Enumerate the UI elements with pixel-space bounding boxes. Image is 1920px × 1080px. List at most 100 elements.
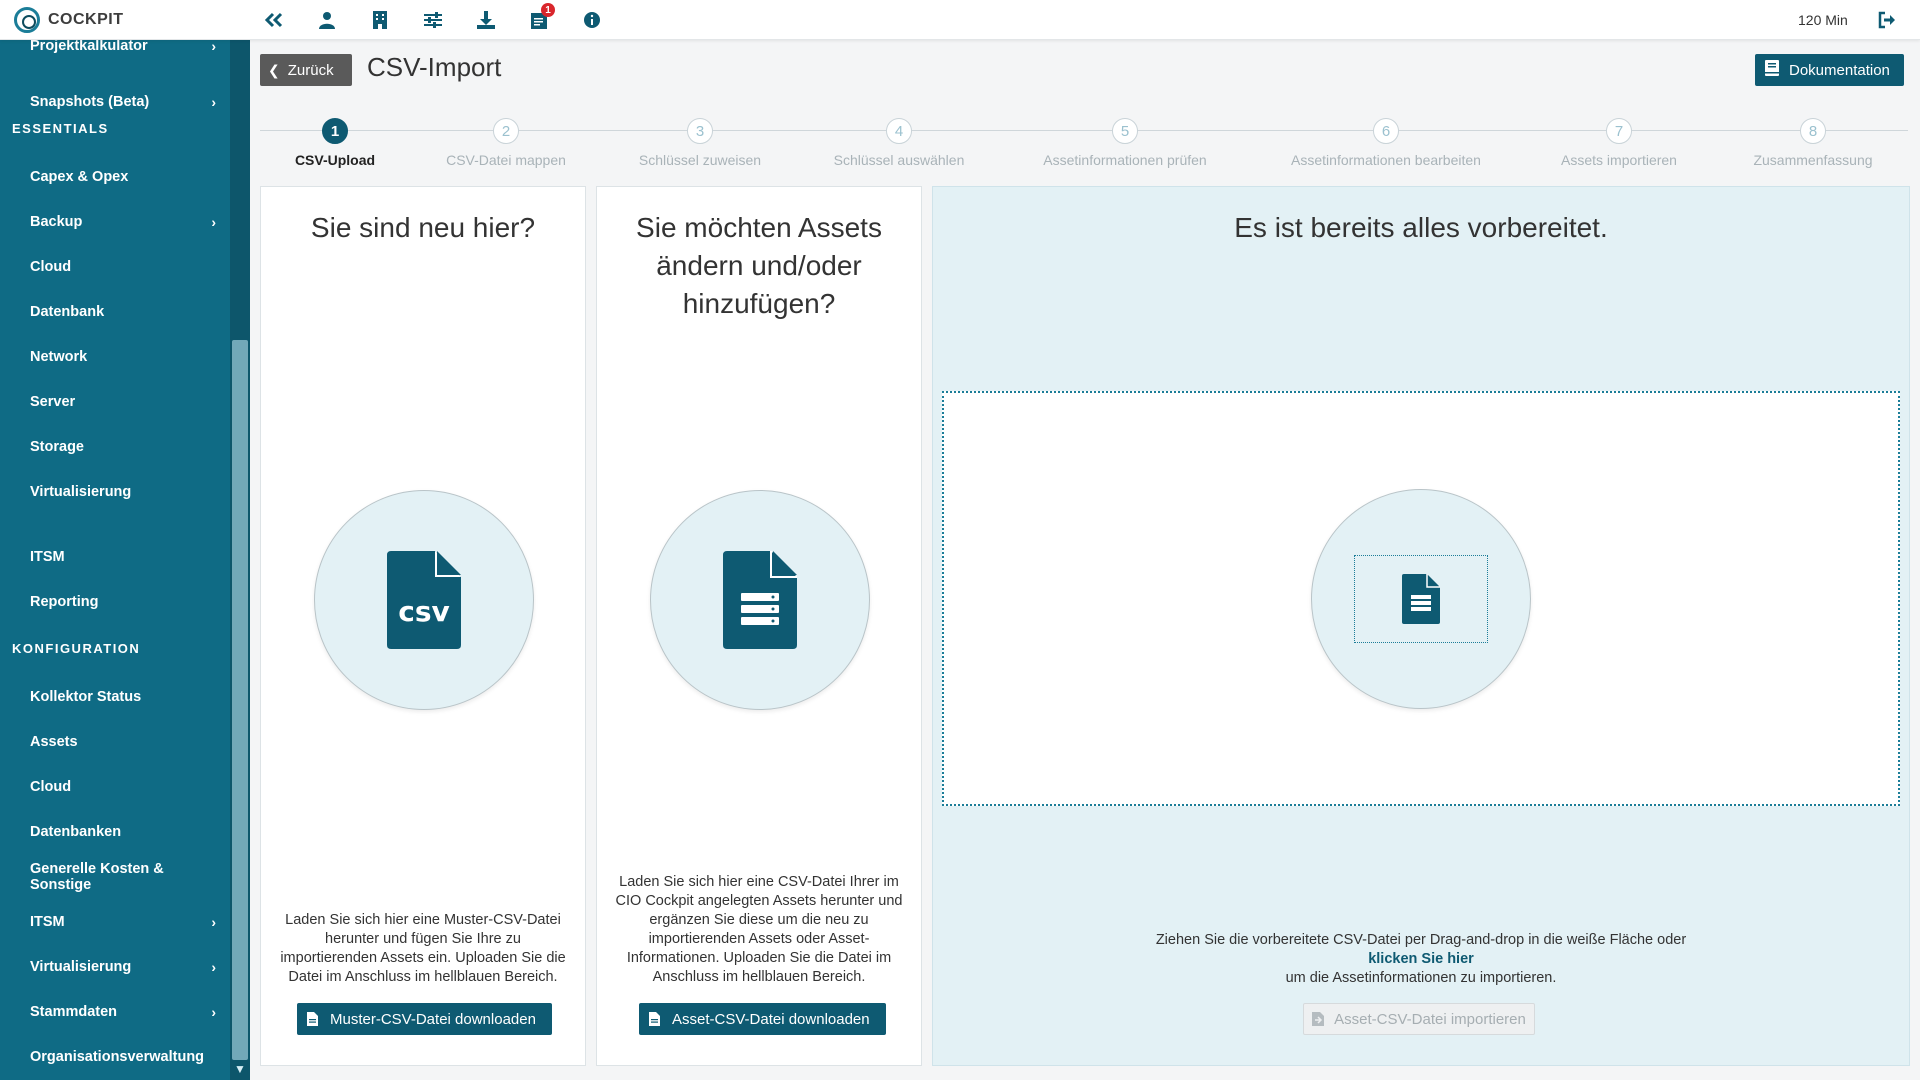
sidebar-item-label: ITSM	[30, 914, 65, 930]
sidebar-item-label: Stammdaten	[30, 1004, 118, 1020]
step-label: Schlüssel zuweisen	[638, 152, 762, 168]
cockpit-logo-icon	[14, 7, 40, 33]
step-assetinformationen-pruefen: 5 Assetinformationen prüfen	[1025, 118, 1225, 168]
sidebar-item-itsm-config[interactable]: ITSM ›	[0, 902, 228, 942]
chevron-right-icon: ›	[211, 914, 216, 930]
sidebar-item-stammdaten[interactable]: Stammdaten ›	[0, 992, 228, 1032]
sidebar-item-reporting[interactable]: Reporting	[0, 582, 228, 622]
chevron-right-icon: ›	[211, 40, 216, 54]
sidebar-item-backup[interactable]: Backup ›	[0, 202, 228, 242]
step-label: CSV-Upload	[294, 152, 376, 168]
sidebar-item-capex-opex[interactable]: Capex & Opex	[0, 157, 228, 197]
chevron-right-icon: ›	[211, 959, 216, 975]
step-schluessel-auswaehlen: 4 Schlüssel auswählen	[799, 118, 999, 168]
top-bar: COCKPIT 1 120 Min	[0, 0, 1920, 40]
book-icon	[1765, 60, 1779, 80]
sidebar-item-label: Assets	[30, 734, 78, 750]
file-drop-target[interactable]	[1354, 555, 1488, 643]
step-number: 8	[1800, 118, 1826, 144]
sidebar-item-cloud[interactable]: Cloud	[0, 247, 228, 287]
sidebar-item-label: Cloud	[30, 259, 72, 275]
brand-logo[interactable]: COCKPIT	[14, 7, 124, 33]
panel-description: Laden Sie sich hier eine CSV-Datei Ihrer…	[615, 874, 903, 985]
step-label: CSV-Datei mappen	[446, 152, 566, 168]
download-asset-csv-button[interactable]: Asset-CSV-Datei downloaden	[639, 1003, 886, 1035]
sidebar-item-label: Virtualisierung	[30, 484, 132, 500]
sidebar-item-snapshots[interactable]: Snapshots (Beta) ›	[0, 82, 228, 122]
sidebar-item-label: Storage	[30, 439, 84, 455]
sidebar-item-cloud-config[interactable]: Cloud	[0, 767, 228, 807]
step-number: 6	[1373, 118, 1399, 144]
server-file-icon	[723, 551, 797, 649]
step-number: 5	[1112, 118, 1138, 144]
sidebar-item-label: Datenbank	[30, 304, 105, 320]
svg-text:csv: csv	[398, 595, 450, 628]
sidebar-item-kollektor-status[interactable]: Kollektor Status	[0, 677, 228, 717]
step-number: 7	[1606, 118, 1632, 144]
panel-change-assets: Sie möchten Assets ändern und/oder hinzu…	[596, 186, 922, 1066]
dropzone-instructions: Ziehen Sie die vorbereitete CSV-Datei pe…	[932, 931, 1910, 988]
user-icon[interactable]	[315, 8, 339, 32]
import-asset-csv-button[interactable]: Asset-CSV-Datei importieren	[1303, 1003, 1535, 1035]
step-label: Assets importieren	[1561, 152, 1677, 168]
sidebar-item-server[interactable]: Server	[0, 382, 228, 422]
sidebar-scrollbar-thumb[interactable]	[232, 340, 248, 1060]
documentation-button-label: Dokumentation	[1789, 61, 1890, 79]
panel-title: Sie sind neu hier?	[310, 212, 536, 243]
sidebar-item-label: Datenbanken	[30, 824, 122, 840]
sidebar-item-datenbank[interactable]: Datenbank	[0, 292, 228, 332]
chevron-right-icon: ›	[211, 1004, 216, 1020]
sidebar-item-label: Reporting	[30, 594, 99, 610]
step-number: 4	[886, 118, 912, 144]
step-assets-importieren: 7 Assets importieren	[1519, 118, 1719, 168]
step-number: 3	[687, 118, 713, 144]
sidebar-item-network[interactable]: Network	[0, 337, 228, 377]
sidebar-item-label: Virtualisierung	[30, 959, 132, 975]
sidebar-item-label: ITSM	[30, 549, 65, 565]
panel-title: Es ist bereits alles vorbereitet.	[1234, 212, 1608, 243]
sliders-icon[interactable]	[421, 8, 445, 32]
button-label: Asset-CSV-Datei downloaden	[672, 1010, 870, 1028]
step-label: Schlüssel auswählen	[833, 152, 965, 168]
sidebar-item-virtualisierung-config[interactable]: Virtualisierung ›	[0, 947, 228, 987]
dropzone-text: Ziehen Sie die vorbereitete CSV-Datei pe…	[1155, 932, 1687, 948]
documentation-button[interactable]: Dokumentation	[1755, 54, 1904, 86]
upload-circle[interactable]	[1311, 489, 1531, 709]
csv-circle: csv	[314, 490, 534, 710]
download-sample-csv-button[interactable]: Muster-CSV-Datei downloaden	[297, 1003, 552, 1035]
sidebar-item-label: Projektkalkulator	[30, 40, 148, 54]
file-icon	[649, 1012, 660, 1026]
server-file-circle	[650, 490, 870, 710]
sidebar-item-assets[interactable]: Assets	[0, 722, 228, 762]
double-chevron-left-icon[interactable]	[262, 8, 286, 32]
sidebar-item-virtualisierung[interactable]: Virtualisierung	[0, 472, 228, 512]
info-icon[interactable]	[580, 8, 604, 32]
notes-icon[interactable]: 1	[527, 3, 555, 32]
panel-title: Sie möchten Assets ändern und/oder hinzu…	[636, 212, 882, 319]
sidebar-item-storage[interactable]: Storage	[0, 427, 228, 467]
click-here-link[interactable]: klicken Sie hier	[932, 950, 1910, 969]
server-file-icon	[1402, 574, 1440, 624]
sidebar-item-projektkalkulator[interactable]: Projektkalkulator ›	[0, 40, 228, 66]
scroll-down-arrow-icon[interactable]: ▼	[234, 1062, 246, 1076]
sidebar-item-generelle-kosten[interactable]: Generelle Kosten & Sonstige	[0, 857, 228, 897]
download-icon[interactable]	[474, 8, 498, 32]
session-timer: 120 Min	[1798, 12, 1848, 28]
step-csv-mappen: 2 CSV-Datei mappen	[406, 118, 606, 168]
step-csv-upload[interactable]: 1 CSV-Upload	[235, 118, 435, 168]
sidebar-item-organisationsverwaltung[interactable]: Organisationsverwaltung	[0, 1037, 228, 1077]
step-label: Assetinformationen prüfen	[1043, 152, 1207, 168]
back-button-label: Zurück	[287, 61, 334, 79]
file-icon	[307, 1012, 318, 1026]
step-label: Zusammenfassung	[1753, 152, 1873, 168]
chevron-right-icon: ›	[211, 214, 216, 230]
sidebar-item-itsm[interactable]: ITSM	[0, 537, 228, 577]
back-button[interactable]: ❮ Zurück	[260, 54, 352, 86]
logout-icon[interactable]	[1876, 9, 1898, 31]
page-title: CSV-Import	[367, 52, 502, 82]
panel-new-user: Sie sind neu hier? csv Laden Sie sich hi…	[260, 186, 586, 1066]
sidebar-item-datenbanken[interactable]: Datenbanken	[0, 812, 228, 852]
building-icon[interactable]	[368, 8, 392, 32]
step-assetinformationen-bearbeiten: 6 Assetinformationen bearbeiten	[1286, 118, 1486, 168]
button-label: Asset-CSV-Datei importieren	[1334, 1010, 1526, 1028]
